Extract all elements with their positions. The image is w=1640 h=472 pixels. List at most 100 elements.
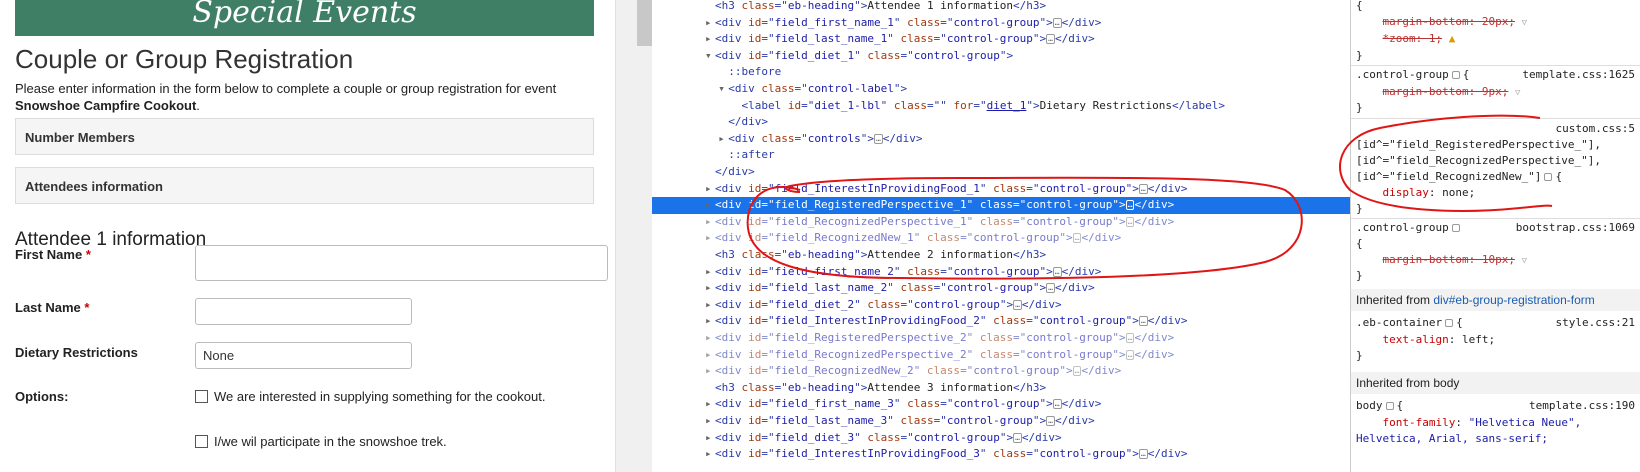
dom-node[interactable]: ▸ <div id="field_first_name_1" class="con… bbox=[652, 15, 1350, 32]
dom-node[interactable]: <h3 class="eb-heading">Attendee 1 inform… bbox=[652, 0, 1350, 15]
rule3-selector-line[interactable]: .control-group bootstrap.css:1069 bbox=[1351, 220, 1640, 237]
attr-value: control-group bbox=[913, 48, 1000, 62]
rule0-prop-zoom[interactable]: *zoom: 1; ▲ bbox=[1351, 31, 1640, 48]
warning-icon[interactable]: ▲ bbox=[1449, 32, 1456, 45]
rule-gear-icon[interactable] bbox=[1385, 402, 1394, 410]
rule-gear-icon[interactable] bbox=[1451, 224, 1460, 232]
page-scrollbar-track[interactable] bbox=[615, 0, 652, 472]
rule0-prop-margin-bottom[interactable]: margin-bottom: 20px; ▽ bbox=[1351, 14, 1640, 31]
expand-triangle-icon[interactable]: ▸ bbox=[705, 347, 715, 364]
expand-triangle-icon[interactable]: ▸ bbox=[718, 131, 728, 148]
collapsed-children-icon[interactable]: … bbox=[1138, 316, 1148, 327]
expand-triangle-icon[interactable]: ▸ bbox=[705, 413, 715, 430]
dom-node[interactable]: </div> bbox=[652, 164, 1350, 181]
expand-triangle-icon[interactable]: ▸ bbox=[705, 264, 715, 281]
rule2-source-line[interactable]: custom.css:5 bbox=[1351, 121, 1640, 138]
expand-triangle-icon[interactable]: ▸ bbox=[705, 313, 715, 330]
expand-triangle-icon[interactable]: ▸ bbox=[705, 430, 715, 447]
expand-triangle-icon[interactable]: ▸ bbox=[705, 297, 715, 314]
expand-triangle-icon[interactable]: ▸ bbox=[705, 181, 715, 198]
expand-triangle-icon[interactable]: ▸ bbox=[705, 330, 715, 347]
dom-node[interactable]: ▸ <div id="field_InterestInProvidingFood_… bbox=[652, 313, 1350, 330]
expand-triangle-icon[interactable]: ▸ bbox=[705, 363, 715, 380]
filter-icon[interactable]: ▽ bbox=[1515, 88, 1520, 98]
rule4-source-link[interactable]: style.css:21 bbox=[1556, 315, 1635, 332]
number-members-panel[interactable]: Number Members bbox=[15, 118, 594, 155]
dom-node[interactable]: ▸ <div id="field_RecognizedPerspective_2"… bbox=[652, 347, 1350, 364]
rule4-prop-line[interactable]: text-align: left; bbox=[1351, 332, 1640, 349]
rule5-source-link[interactable]: template.css:190 bbox=[1529, 398, 1635, 415]
dom-node[interactable]: <h3 class="eb-heading">Attendee 3 inform… bbox=[652, 380, 1350, 397]
rule-gear-icon[interactable] bbox=[1544, 173, 1553, 181]
rule5-selector-line[interactable]: body {template.css:190 bbox=[1351, 398, 1640, 415]
dom-node[interactable]: <h3 class="eb-heading">Attendee 2 inform… bbox=[652, 247, 1350, 264]
dom-node[interactable]: ▸ <div class="controls">… </div> bbox=[652, 131, 1350, 148]
dom-node[interactable]: ::before bbox=[652, 64, 1350, 81]
first-name-input[interactable] bbox=[195, 245, 608, 281]
rule-gear-icon[interactable] bbox=[1445, 319, 1454, 327]
dom-node[interactable]: ▾ <div id="field_diet_1" class="control-g… bbox=[652, 48, 1350, 65]
dom-node[interactable]: ▸ <div id="field_InterestInProvidingFood_… bbox=[652, 446, 1350, 463]
filter-icon[interactable]: ▽ bbox=[1522, 256, 1527, 266]
dom-node[interactable]: </div> bbox=[652, 114, 1350, 131]
supply-food-checkbox[interactable] bbox=[195, 390, 208, 403]
dom-node[interactable]: ▸ <div id="field_last_name_3" class="cont… bbox=[652, 413, 1350, 430]
collapsed-children-icon[interactable]: … bbox=[1046, 34, 1055, 45]
rule1-source-link[interactable]: template.css:1625 bbox=[1522, 67, 1635, 84]
collapsed-children-icon[interactable]: … bbox=[1138, 449, 1148, 460]
collapse-triangle-icon[interactable]: ▾ bbox=[705, 48, 715, 65]
expand-triangle-icon[interactable]: ▸ bbox=[705, 214, 715, 231]
dom-node-selected[interactable]: ▸ <div id="field_RegisteredPerspective_1"… bbox=[652, 197, 1350, 214]
attendees-information-panel[interactable]: Attendees information bbox=[15, 167, 594, 204]
expand-triangle-icon[interactable]: ▸ bbox=[705, 446, 715, 463]
expand-triangle-icon[interactable]: ▸ bbox=[705, 280, 715, 297]
dom-node[interactable]: ▸ <div id="field_RecognizedNew_1" class="… bbox=[652, 230, 1350, 247]
page-scrollbar-thumb[interactable] bbox=[637, 0, 652, 46]
dom-node[interactable]: ▸ <div id="field_InterestInProvidingFood_… bbox=[652, 181, 1350, 198]
dom-node[interactable]: ▸ <div id="field_first_name_2" class="con… bbox=[652, 264, 1350, 281]
last-name-input[interactable] bbox=[195, 298, 412, 325]
rule3-source-link[interactable]: bootstrap.css:1069 bbox=[1516, 220, 1635, 237]
rule1-selector-line[interactable]: .control-group {template.css:1625 bbox=[1351, 67, 1640, 84]
collapsed-children-icon[interactable]: … bbox=[1046, 283, 1055, 294]
expand-triangle-icon[interactable]: ▸ bbox=[705, 31, 715, 48]
option-snowshoe-trek[interactable]: I/we wil participate in the snowshoe tre… bbox=[195, 434, 447, 449]
collapsed-children-icon[interactable]: … bbox=[1052, 266, 1062, 277]
expand-triangle-icon[interactable]: ▸ bbox=[705, 15, 715, 32]
dom-node[interactable]: ▾ <div class="control-label"> bbox=[652, 81, 1350, 98]
rule-gear-icon[interactable] bbox=[1451, 71, 1460, 79]
dom-node[interactable]: ▸ <div id="field_RecognizedNew_2" class="… bbox=[652, 363, 1350, 380]
collapsed-children-icon[interactable]: … bbox=[1052, 399, 1062, 410]
dom-node[interactable]: ▸ <div id="field_last_name_1" class="cont… bbox=[652, 31, 1350, 48]
dom-node[interactable]: ▸ <div id="field_first_name_3" class="con… bbox=[652, 396, 1350, 413]
filter-icon[interactable]: ▽ bbox=[1522, 18, 1527, 28]
expand-triangle-icon[interactable]: ▸ bbox=[705, 197, 715, 214]
dom-node[interactable]: ▸ <div id="field_diet_2" class="control-g… bbox=[652, 297, 1350, 314]
snowshoe-trek-checkbox[interactable] bbox=[195, 435, 208, 448]
inherited2-target[interactable]: body bbox=[1433, 376, 1459, 390]
rule1-prop-line[interactable]: margin-bottom: 9px; ▽ bbox=[1351, 84, 1640, 101]
collapsed-children-icon[interactable]: … bbox=[1046, 416, 1055, 426]
dietary-restrictions-input[interactable]: None bbox=[195, 342, 412, 369]
collapsed-children-icon[interactable]: … bbox=[1013, 432, 1022, 443]
dom-node[interactable]: ▸ <div id="field_RegisteredPerspective_2"… bbox=[652, 330, 1350, 347]
dom-node[interactable]: ▸ <div id="field_RecognizedPerspective_1"… bbox=[652, 214, 1350, 231]
collapsed-children-icon[interactable]: … bbox=[873, 133, 883, 144]
rule2-display-line[interactable]: display: none; bbox=[1351, 185, 1640, 202]
dom-node[interactable]: ▸ <div id="field_diet_3" class="control-g… bbox=[652, 430, 1350, 447]
collapse-triangle-icon[interactable]: ▾ bbox=[718, 81, 728, 98]
option-supply-food[interactable]: We are interested in supplying something… bbox=[195, 389, 545, 404]
rule2-source-link[interactable]: custom.css:5 bbox=[1556, 121, 1635, 138]
inherited1-target[interactable]: div#eb-group-registration-form bbox=[1433, 293, 1594, 307]
rule4-selector-line[interactable]: .eb-container {style.css:21 bbox=[1351, 315, 1640, 332]
expand-triangle-icon[interactable]: ▸ bbox=[705, 396, 715, 413]
collapsed-children-icon[interactable]: … bbox=[1013, 299, 1022, 310]
dom-node[interactable]: <label id="diet_1-lbl" class="" for="die… bbox=[652, 98, 1350, 115]
collapsed-children-icon[interactable]: … bbox=[1052, 17, 1062, 28]
rule3-prop-line[interactable]: margin-bottom: 10px; ▽ bbox=[1351, 252, 1640, 269]
dom-node[interactable]: ::after bbox=[652, 147, 1350, 164]
dom-node[interactable]: ▸ <div id="field_last_name_2" class="cont… bbox=[652, 280, 1350, 297]
expand-triangle-icon[interactable]: ▸ bbox=[705, 230, 715, 247]
collapsed-children-icon[interactable]: … bbox=[1138, 183, 1148, 194]
rule5-prop-line[interactable]: font-family: "Helvetica Neue", bbox=[1351, 415, 1640, 432]
